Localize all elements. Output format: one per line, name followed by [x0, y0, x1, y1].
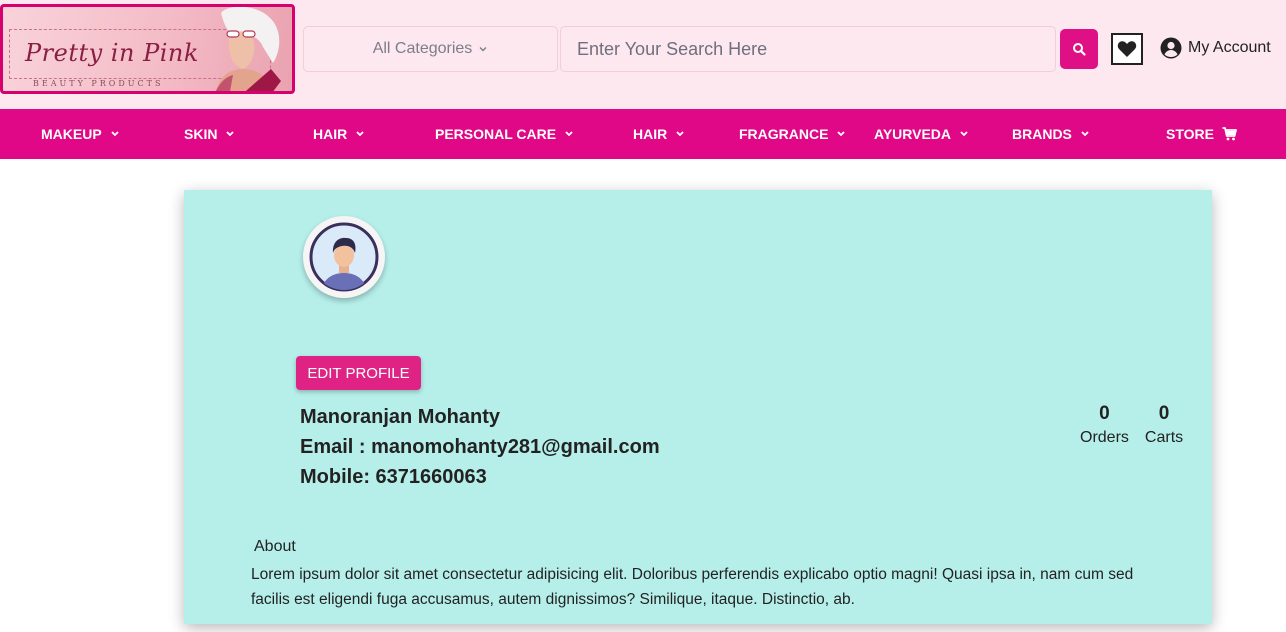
nav-item-store[interactable]: STORE — [1166, 109, 1237, 159]
nav-label: HAIR — [313, 126, 348, 142]
profile-email: Email : manomohanty281@gmail.com — [300, 436, 660, 458]
header-bar: Pretty in Pink BEAUTY PRODUCTS All Categ… — [0, 0, 1286, 109]
stat-orders: 0 Orders — [1080, 402, 1129, 450]
nav-item-makeup[interactable]: MAKEUP — [41, 109, 120, 159]
chevron-down-icon — [837, 131, 846, 137]
chevron-down-icon — [356, 131, 364, 137]
user-avatar-icon — [309, 222, 379, 292]
nav-item-brands[interactable]: BRANDS — [1012, 109, 1090, 159]
chevron-down-icon — [1081, 131, 1089, 137]
nav-item-hair[interactable]: HAIR — [313, 109, 365, 159]
carts-count: 0 — [1158, 403, 1170, 424]
about-heading: About — [254, 538, 296, 555]
nav-item-fragrance[interactable]: FRAGRANCE — [739, 109, 846, 159]
wishlist-button[interactable] — [1111, 33, 1143, 65]
orders-count: 0 — [1099, 403, 1110, 424]
chevron-down-icon — [226, 131, 235, 137]
avatar — [303, 216, 385, 298]
user-circle-icon — [1160, 37, 1182, 59]
nav-item-personal-care[interactable]: PERSONAL CARE — [435, 109, 574, 159]
nav-label: PERSONAL CARE — [435, 126, 557, 142]
nav-item-hair-2[interactable]: HAIR — [633, 109, 685, 159]
search-button[interactable] — [1060, 29, 1098, 69]
stat-carts: 0 Carts — [1145, 402, 1183, 450]
chevron-down-icon — [676, 131, 684, 137]
category-select-value: All Categories — [372, 40, 473, 57]
carts-label: Carts — [1144, 429, 1184, 446]
logo-text: Pretty in Pink — [25, 39, 199, 67]
nav-label: SKIN — [184, 126, 218, 142]
chevron-down-icon — [960, 131, 968, 137]
about-text: Lorem ipsum dolor sit amet consectetur a… — [251, 566, 1134, 608]
profile-mobile: Mobile: 6371660063 — [300, 466, 487, 488]
cart-icon — [1222, 127, 1237, 141]
logo[interactable]: Pretty in Pink BEAUTY PRODUCTS — [0, 4, 295, 94]
nav-label: STORE — [1166, 126, 1214, 142]
chevron-down-icon — [479, 47, 487, 52]
edit-profile-button[interactable]: EDIT PROFILE — [296, 356, 421, 390]
logo-woman-illustration — [215, 7, 281, 91]
nav-label: HAIR — [633, 126, 668, 142]
orders-label: Orders — [1080, 429, 1129, 446]
profile-name: Manoranjan Mohanty — [300, 406, 501, 428]
nav-label: FRAGRANCE — [739, 126, 829, 142]
nav-item-ayurveda[interactable]: AYURVEDA — [874, 109, 969, 159]
nav-label: BRANDS — [1012, 126, 1072, 142]
my-account-link[interactable]: My Account — [1160, 37, 1271, 59]
nav-label: MAKEUP — [41, 126, 102, 142]
chevron-down-icon — [565, 131, 573, 137]
profile-stats: 0 Orders 0 Carts — [1080, 402, 1183, 450]
my-account-label: My Account — [1188, 39, 1271, 56]
chevron-down-icon — [111, 131, 119, 137]
logo-subtext: BEAUTY PRODUCTS — [33, 79, 164, 88]
heart-icon — [1117, 41, 1137, 57]
profile-card: EDIT PROFILE Manoranjan Mohanty Email : … — [184, 190, 1212, 624]
main-nav: MAKEUP SKIN HAIR PERSONAL CARE HAIR FRAG… — [0, 109, 1286, 159]
nav-item-skin[interactable]: SKIN — [184, 109, 235, 159]
category-select[interactable]: All Categories — [303, 26, 558, 72]
search-input[interactable] — [560, 26, 1056, 72]
search-icon — [1073, 43, 1086, 56]
nav-label: AYURVEDA — [874, 126, 952, 142]
profile-info: Manoranjan Mohanty Email : manomohanty28… — [300, 402, 660, 492]
